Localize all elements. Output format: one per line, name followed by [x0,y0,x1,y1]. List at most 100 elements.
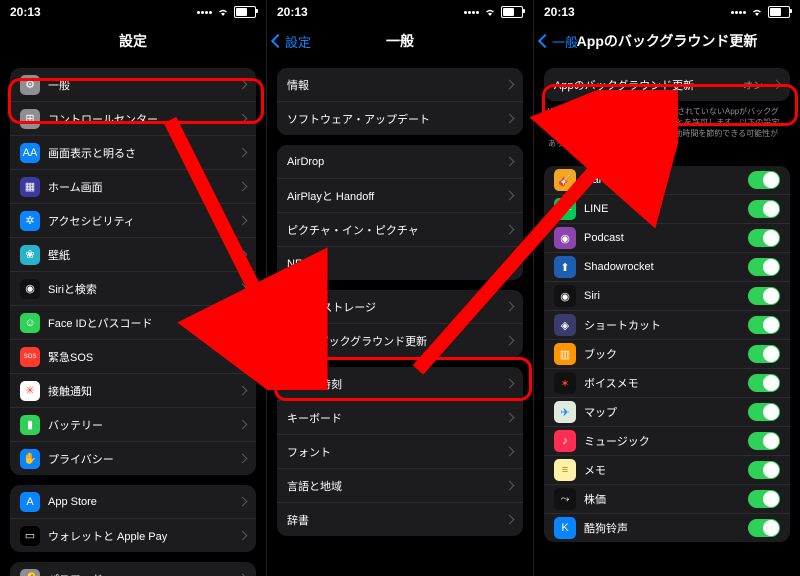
app-row-line[interactable]: LINELINE [544,194,790,223]
chevron-right-icon [238,182,248,192]
general-row-fonts[interactable]: フォント [277,434,523,468]
app-row-siri[interactable]: ◉Siri [544,281,790,310]
general-row-language-region[interactable]: 言語と地域 [277,468,523,502]
control-center-icon: ⊞ [20,109,40,129]
settings-row-battery[interactable]: ▮バッテリー [10,407,256,441]
settings-row-accessibility[interactable]: ✲アクセシビリティ [10,203,256,237]
app-store-icon: A [20,492,40,512]
settings-row-privacy[interactable]: ✋プライバシー [10,441,256,475]
panel-background-refresh: 20:13 一般 Appのバックグラウンド更新 Appのバックグラウンド更新オン… [533,0,800,576]
general-row-about[interactable]: 情報 [277,68,523,101]
row-label: メモ [584,462,740,478]
toggle-shortcuts[interactable] [748,316,780,334]
toggle-stocks[interactable] [748,490,780,508]
app-row-shadowrocket[interactable]: ⬆Shadowrocket [544,252,790,281]
settings-row-home-screen[interactable]: ▦ホーム画面 [10,169,256,203]
app-row-notes[interactable]: ≡メモ [544,455,790,484]
chevron-right-icon [238,454,248,464]
toggle-maps[interactable] [748,403,780,421]
general-row-dictionary[interactable]: 辞書 [277,502,523,536]
bg-refresh-master-row[interactable]: Appのバックグラウンド更新オン [544,68,790,101]
chevron-right-icon [238,352,248,362]
nav-bar: 設定 [0,24,266,58]
chevron-right-icon [238,531,248,541]
app-row-garageband[interactable]: 🎸 GarageBand [544,166,790,194]
sos-icon: SOS [20,347,40,367]
row-label: AirPlayと Handoff [287,188,498,204]
back-button[interactable]: 設定 [273,24,311,58]
general-row-keyboard[interactable]: キーボード [277,400,523,434]
row-label: ウォレットと Apple Pay [48,528,231,544]
general-row-software-update[interactable]: ソフトウェア・アップデート [277,101,523,135]
general-icon: ⚙ [20,75,40,95]
general-row-iphone-storage[interactable]: iPhoneストレージ [277,290,523,323]
toggle-shadowrocket[interactable] [748,258,780,276]
settings-row-app-store[interactable]: A App Store [10,485,256,518]
settings-row-sos[interactable]: SOS緊急SOS [10,339,256,373]
toggle-garageband[interactable] [748,171,780,189]
battery-icon: ▮ [20,415,40,435]
general-row-background-refresh[interactable]: Appのバックグラウンド更新 [277,323,523,357]
toggle-voicememos[interactable] [748,374,780,392]
row-label: 言語と地域 [287,478,498,494]
background-refresh-list[interactable]: Appのバックグラウンド更新オンWLAN/モバイル通信接続中に、使用されていない… [534,58,800,576]
row-label: ブック [584,346,740,362]
app-row-kugou[interactable]: K酷狗铃声 [544,513,790,542]
settings-row-siri-search[interactable]: ◉Siriと検索 [10,271,256,305]
general-row-pip[interactable]: ピクチャ・イン・ピクチャ [277,212,523,246]
settings-row-exposure[interactable]: ✳接触通知 [10,373,256,407]
app-row-voicememos[interactable]: ✶ボイスメモ [544,368,790,397]
row-label: GarageBand [584,174,740,186]
chevron-right-icon [505,379,515,389]
line-icon: LINE [554,198,576,220]
chevron-right-icon [505,481,515,491]
settings-row-control-center[interactable]: ⊞ コントロールセンター [10,101,256,135]
accessibility-icon: ✲ [20,211,40,231]
row-label: ホーム画面 [48,179,231,195]
row-label: コントロールセンター [48,111,231,127]
general-row-date-time[interactable]: 日付と時刻 [277,367,523,400]
app-row-shortcuts[interactable]: ◈ショートカット [544,310,790,339]
battery-icon [501,6,523,18]
app-row-music[interactable]: ♪ミュージック [544,426,790,455]
wifi-icon [483,7,497,17]
settings-row-wallet[interactable]: ▭ウォレットと Apple Pay [10,518,256,552]
garageband-icon: 🎸 [554,169,576,191]
toggle-siri[interactable] [748,287,780,305]
app-row-stocks[interactable]: ⤳株価 [544,484,790,513]
settings-row-display[interactable]: AA画面表示と明るさ [10,135,256,169]
toggle-books[interactable] [748,345,780,363]
toggle-notes[interactable] [748,461,780,479]
settings-list[interactable]: ⚙一般 ⊞ コントロールセンター AA画面表示と明るさ▦ホーム画面✲アクセシビリティ❀… [0,58,266,576]
row-label: App Store [48,496,231,508]
chevron-right-icon [505,515,515,525]
siri-icon: ◉ [554,285,576,307]
app-row-podcast[interactable]: ◉Podcast [544,223,790,252]
app-row-maps[interactable]: ✈マップ [544,397,790,426]
row-label: パスワード [48,571,231,576]
row-label: Face IDとパスコード [48,315,231,331]
row-label: 画面表示と明るさ [48,145,231,161]
back-button[interactable]: 一般 [540,24,578,58]
general-row-airplay[interactable]: AirPlayと Handoff [277,178,523,212]
settings-row-password[interactable]: 🔑パスワード [10,562,256,576]
wifi-icon [750,7,764,17]
settings-row-general[interactable]: ⚙一般 [10,68,256,101]
settings-row-faceid[interactable]: ☺Face IDとパスコード [10,305,256,339]
shadowrocket-icon: ⬆ [554,256,576,278]
chevron-right-icon [505,259,515,269]
toggle-kugou[interactable] [748,519,780,537]
general-row-airdrop[interactable]: AirDrop [277,145,523,178]
cellular-icon [197,11,212,14]
cellular-icon [731,11,746,14]
toggle-podcast[interactable] [748,229,780,247]
row-label: 壁紙 [48,247,231,263]
nav-bar: 一般 Appのバックグラウンド更新 [534,24,800,58]
row-label: AirDrop [287,156,498,168]
general-list[interactable]: 情報ソフトウェア・アップデート AirDrop AirPlayと Handoff ピク… [267,58,533,576]
app-row-books[interactable]: ▥ブック [544,339,790,368]
toggle-line[interactable] [748,200,780,218]
settings-row-wallpaper[interactable]: ❀壁紙 [10,237,256,271]
general-row-nfc[interactable]: NFC [277,246,523,280]
toggle-music[interactable] [748,432,780,450]
